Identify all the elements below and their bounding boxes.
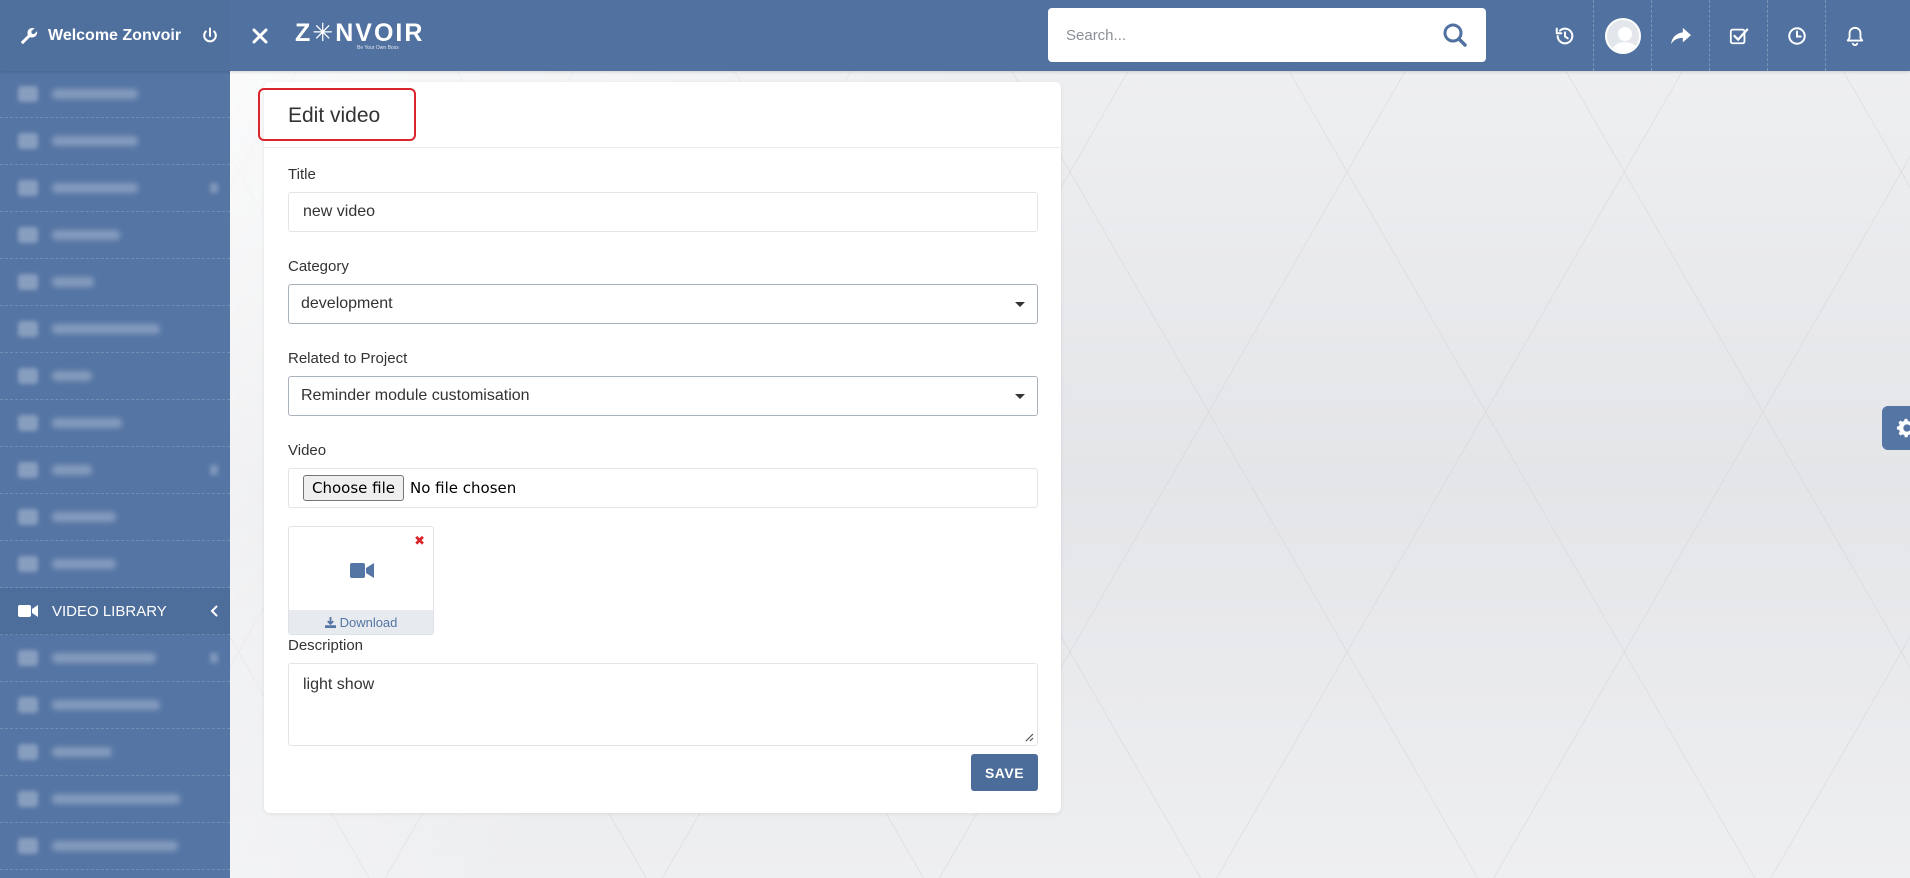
search-input[interactable]	[1066, 26, 1442, 44]
history-icon	[1555, 27, 1573, 44]
title-input[interactable]: new video	[288, 192, 1038, 232]
power-icon[interactable]	[200, 26, 220, 46]
video-camera-icon	[350, 563, 374, 578]
sidebar-item-blurred[interactable]	[0, 118, 230, 165]
sidebar-item-blurred[interactable]	[0, 447, 230, 494]
resize-grip-icon[interactable]	[1024, 732, 1034, 742]
close-icon	[252, 28, 268, 43]
download-link[interactable]: Download	[289, 610, 433, 634]
chevron-left-icon	[210, 605, 218, 617]
share-icon	[1670, 27, 1691, 44]
top-icons	[1536, 0, 1884, 71]
video-thumbnail: ✖ Download	[288, 526, 434, 635]
search-bar	[1048, 8, 1486, 62]
video-file-input: Choose file No file chosen	[288, 468, 1038, 508]
dropdown-caret-icon	[1015, 301, 1025, 307]
profile-button[interactable]	[1594, 0, 1652, 71]
sidebar: VIDEO LIBRARY	[0, 71, 230, 878]
title-label: Title	[288, 166, 316, 183]
close-sidebar-button[interactable]	[230, 0, 290, 71]
project-select[interactable]: Reminder module customisation	[288, 376, 1038, 416]
sidebar-item-video-library[interactable]: VIDEO LIBRARY	[0, 588, 230, 635]
page-title: Edit video	[288, 104, 381, 127]
zonvoir-logo[interactable]: Z✳NVOIR Be Your Own Boss	[295, 20, 424, 51]
notifications-button[interactable]	[1826, 0, 1884, 71]
wrench-icon	[20, 27, 38, 44]
dropdown-caret-icon	[1015, 393, 1025, 399]
welcome-text: Welcome Zonvoir	[48, 26, 182, 44]
edit-video-card: Edit video Title new video Category deve…	[258, 82, 1061, 813]
video-camera-icon	[18, 605, 38, 617]
checkbox-icon	[1729, 28, 1748, 44]
sidebar-item-blurred[interactable]	[0, 541, 230, 588]
settings-tab[interactable]	[1882, 406, 1910, 450]
tasks-button[interactable]	[1710, 0, 1768, 71]
project-label: Related to Project	[288, 350, 408, 367]
sidebar-item-blurred[interactable]	[0, 306, 230, 353]
description-value: light show	[303, 676, 375, 693]
bell-icon	[1846, 26, 1864, 46]
download-icon	[324, 616, 336, 628]
video-label: Video	[288, 442, 327, 459]
sidebar-item-blurred[interactable]	[0, 729, 230, 776]
sidebar-item-blurred[interactable]	[0, 823, 230, 870]
sidebar-item-blurred[interactable]	[0, 165, 230, 212]
category-value: development	[301, 295, 393, 312]
description-textarea[interactable]: light show	[288, 663, 1038, 746]
search-icon[interactable]	[1442, 22, 1468, 48]
description-label: Description	[288, 637, 364, 654]
clock-icon	[1787, 26, 1806, 45]
sidebar-item-blurred[interactable]	[0, 400, 230, 447]
gear-icon	[1896, 418, 1910, 438]
download-label: Download	[339, 614, 398, 630]
history-button[interactable]	[1536, 0, 1594, 71]
form-body: Title new video Category development Rel…	[264, 148, 1061, 746]
sidebar-item-label: VIDEO LIBRARY	[52, 602, 167, 620]
sidebar-item-blurred[interactable]	[0, 635, 230, 682]
save-button[interactable]: SAVE	[971, 754, 1038, 791]
choose-file-button[interactable]: Choose file	[303, 475, 404, 501]
sidebar-item-blurred[interactable]	[0, 353, 230, 400]
category-label: Category	[288, 258, 349, 275]
brand-area: Welcome Zonvoir	[0, 0, 230, 71]
sidebar-item-blurred[interactable]	[0, 494, 230, 541]
file-status: No file chosen	[410, 479, 517, 497]
sidebar-item-blurred[interactable]	[0, 259, 230, 306]
remove-video-icon[interactable]: ✖	[414, 533, 425, 549]
category-select[interactable]: development	[288, 284, 1038, 324]
title-value: new video	[303, 203, 376, 220]
sidebar-item-blurred[interactable]	[0, 682, 230, 729]
clock-button[interactable]	[1768, 0, 1826, 71]
top-bar: Welcome Zonvoir Z✳NVOIR Be Your Own Boss	[0, 0, 1910, 71]
sidebar-item-blurred[interactable]	[0, 212, 230, 259]
project-value: Reminder module customisation	[301, 387, 530, 404]
sidebar-item-blurred[interactable]	[0, 71, 230, 118]
sidebar-item-blurred[interactable]	[0, 776, 230, 823]
card-header: Edit video	[258, 82, 1061, 148]
share-button[interactable]	[1652, 0, 1710, 71]
avatar	[1604, 17, 1641, 54]
